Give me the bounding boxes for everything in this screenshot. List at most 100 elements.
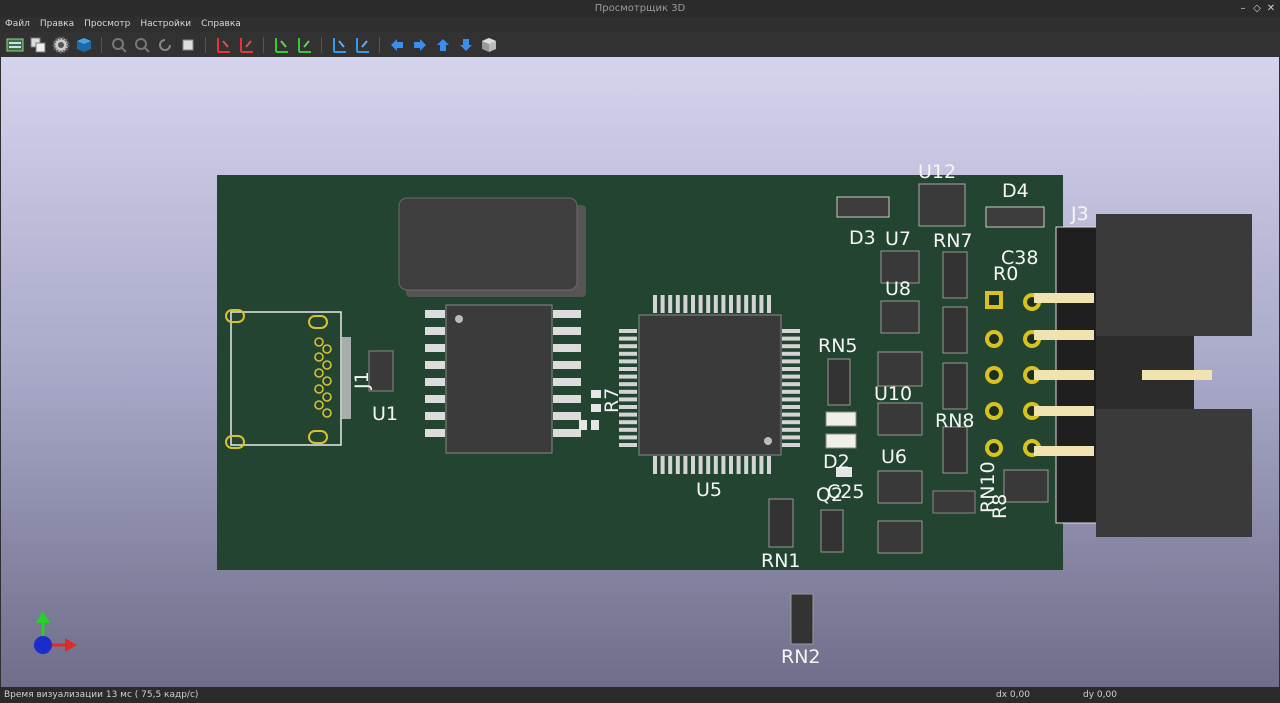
zoom-out-icon <box>135 37 150 53</box>
chip-u9 <box>877 402 923 436</box>
qfp-pin <box>653 295 657 313</box>
ortho-view-button[interactable] <box>479 35 499 55</box>
qfp-pin <box>683 456 688 474</box>
rotate-z-cw-button[interactable] <box>329 35 349 55</box>
capacitor <box>825 433 857 449</box>
resistor-network <box>942 306 968 354</box>
pan-left-button[interactable] <box>387 35 407 55</box>
zoom-out-button[interactable] <box>132 35 152 55</box>
diode-d4 <box>985 206 1045 228</box>
qfp-pin <box>744 295 749 313</box>
copy-image-icon <box>30 37 46 52</box>
menu-edit[interactable]: Правка <box>35 17 79 32</box>
ref-label: RN8 <box>935 410 975 432</box>
chip-u10 <box>877 351 923 387</box>
resistor-network-rn5 <box>827 358 851 406</box>
qfp-pin <box>619 382 637 387</box>
menu-bar: Файл Правка Просмотр Настройки Справка <box>0 17 1280 32</box>
menu-settings[interactable]: Настройки <box>135 17 196 32</box>
pan-down-button[interactable] <box>456 35 476 55</box>
pan-left-icon <box>391 38 403 51</box>
ref-label: U6 <box>881 446 907 468</box>
ref-label: R8 <box>989 494 1011 519</box>
qfp-pin <box>619 443 637 447</box>
pcb-render: U12 D4 J3 D3 U7 RN7 C38 R0 U8 RN5 U10 RN… <box>34 161 1252 668</box>
qfp-pin <box>782 412 800 417</box>
toolbar-separator <box>101 36 102 53</box>
oscillator-body <box>398 197 578 291</box>
3d-viewer-window: Просмотрщик 3D – ◇ ✕ Файл Правка Просмот… <box>0 0 1280 703</box>
qfp-pin <box>706 295 711 313</box>
qfp-pin <box>721 295 726 313</box>
redraw-button[interactable] <box>155 35 175 55</box>
copy-image-button[interactable] <box>28 35 48 55</box>
ref-label: RN7 <box>933 230 973 252</box>
diode-d3 <box>836 196 890 218</box>
ref-label: D4 <box>1002 180 1029 202</box>
ref-label: D3 <box>849 227 876 249</box>
menu-view[interactable]: Просмотр <box>79 17 135 32</box>
3d-viewport[interactable]: U12 D4 J3 D3 U7 RN7 C38 R0 U8 RN5 U10 RN… <box>1 57 1279 687</box>
qfp-pin <box>713 456 718 474</box>
window-title: Просмотрщик 3D <box>594 3 686 14</box>
axes-gizmo <box>34 611 77 654</box>
transistor-q2 <box>820 509 844 553</box>
qfp-pin <box>668 295 673 313</box>
ref-label: RN2 <box>781 646 821 668</box>
ref-label: U1 <box>372 403 398 425</box>
rotate-x-cw-button[interactable] <box>213 35 233 55</box>
rotate-y-cw-button[interactable] <box>271 35 291 55</box>
title-bar: Просмотрщик 3D – ◇ ✕ <box>0 0 1280 17</box>
qfp-pin <box>698 295 703 313</box>
pan-right-button[interactable] <box>410 35 430 55</box>
qfp-pin <box>619 367 637 371</box>
qfp-pin <box>736 295 741 313</box>
zoom-in-button[interactable] <box>109 35 129 55</box>
pan-up-button[interactable] <box>433 35 453 55</box>
status-bar: Время визуализации 13 мс ( 75,5 кадр/с) … <box>0 687 1280 703</box>
rotate-z-ccw-button[interactable] <box>352 35 372 55</box>
settings-button[interactable] <box>51 35 71 55</box>
close-icon[interactable]: ✕ <box>1266 3 1276 14</box>
menu-file[interactable]: Файл <box>0 17 35 32</box>
qfp-pin <box>729 295 733 313</box>
qfp-pin <box>736 456 741 474</box>
ref-label: J3 <box>1070 203 1089 225</box>
qfp-pin <box>691 456 695 474</box>
toolbar-separator <box>379 36 380 53</box>
rotate-y-ccw-button[interactable] <box>294 35 314 55</box>
qfp-pin <box>782 389 800 394</box>
rotate-z-cw-icon <box>333 37 346 53</box>
rotate-x-ccw-button[interactable] <box>236 35 256 55</box>
qfp-pin <box>619 435 637 440</box>
rotate-y-cw-icon <box>275 37 288 53</box>
settings-gear-icon <box>52 36 70 53</box>
menu-help[interactable]: Справка <box>196 17 246 32</box>
reload-board-button[interactable] <box>5 35 25 55</box>
render-time-status: Время визуализации 13 мс ( 75,5 кадр/с) <box>4 690 199 700</box>
qfp-pin <box>744 456 749 474</box>
qfp-pin <box>782 420 800 425</box>
zoom-fit-button[interactable] <box>178 35 198 55</box>
raytracing-cube-icon <box>77 37 91 52</box>
rotate-x-ccw-icon <box>240 37 253 53</box>
resistor-network-rn2 <box>790 593 814 645</box>
pan-right-icon <box>414 38 426 51</box>
toolbar <box>0 32 1280 57</box>
pan-down-icon <box>460 38 472 51</box>
qfp-pin <box>619 329 637 333</box>
raytracing-button[interactable] <box>74 35 94 55</box>
resistor-network <box>942 362 968 410</box>
minimize-icon[interactable]: – <box>1238 3 1248 14</box>
qfp-pin <box>668 456 673 474</box>
maximize-icon[interactable]: ◇ <box>1252 3 1262 14</box>
ref-label: R0 <box>993 263 1018 285</box>
dy-readout: dy 0,00 <box>1083 690 1117 700</box>
qfp-pin <box>619 374 637 379</box>
qfp-pin <box>660 295 665 313</box>
qfp-pin <box>683 295 688 313</box>
qfp-pin <box>782 374 800 379</box>
ref-label: U5 <box>696 479 722 501</box>
qfp-pin <box>782 336 800 341</box>
ref-label: J1 <box>351 371 373 390</box>
